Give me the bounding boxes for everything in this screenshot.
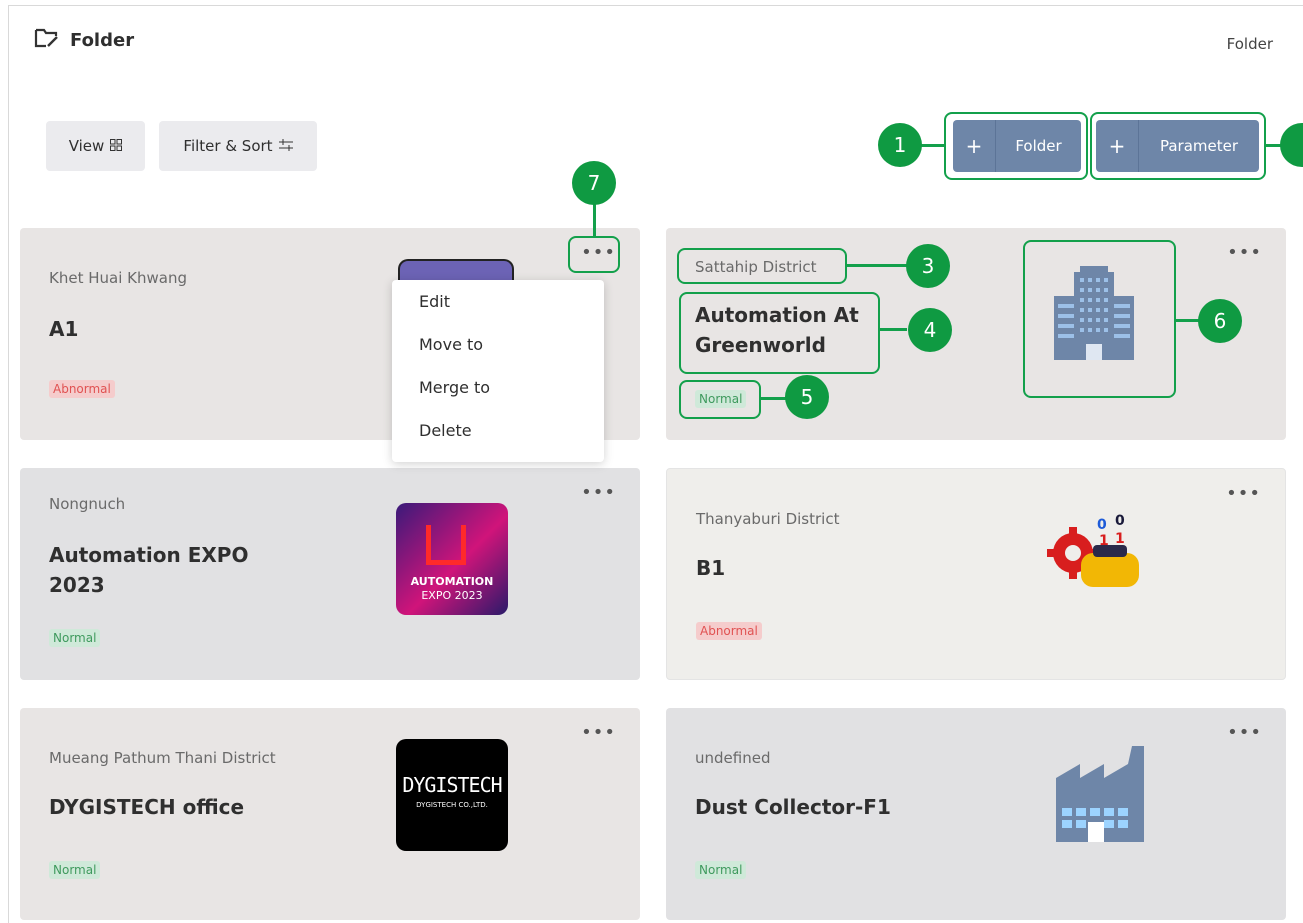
folder-card[interactable]: Nongnuch Automation EXPO 2023 Normal •••… <box>20 468 640 680</box>
filter-sort-label: Filter & Sort <box>183 137 273 155</box>
folder-card[interactable]: Thanyaburi District B1 Abnormal ••• 0 0 … <box>666 468 1286 680</box>
more-options-icon[interactable]: ••• <box>1227 242 1262 263</box>
folder-card[interactable]: undefined Dust Collector-F1 Normal ••• <box>666 708 1286 920</box>
menu-item-edit[interactable]: Edit <box>392 280 604 323</box>
callout-line <box>760 397 786 400</box>
highlight-more-options <box>568 236 620 273</box>
svg-text:1: 1 <box>1115 531 1125 547</box>
callout-badge: 5 <box>785 375 829 419</box>
card-name: B1 <box>696 556 726 580</box>
menu-item-move-to[interactable]: Move to <box>392 323 604 366</box>
view-button[interactable]: View <box>46 121 145 171</box>
menu-item-merge-to[interactable]: Merge to <box>392 366 604 409</box>
card-location: undefined <box>695 749 771 767</box>
factory-icon <box>1036 738 1148 850</box>
callout-badge: 1 <box>878 123 922 167</box>
logo-word: DYGISTECH <box>402 773 502 797</box>
more-options-icon[interactable]: ••• <box>581 482 616 503</box>
callout-line <box>1175 319 1199 322</box>
menu-item-delete[interactable]: Delete <box>392 409 604 452</box>
more-options-icon[interactable]: ••• <box>1227 722 1262 743</box>
card-name: DYGISTECH office <box>49 795 245 819</box>
svg-text:1: 1 <box>1099 533 1109 549</box>
view-button-label: View <box>68 137 105 155</box>
card-name: Dust Collector-F1 <box>695 795 891 819</box>
status-badge: Normal <box>695 861 747 879</box>
highlight-status <box>679 380 761 419</box>
more-options-icon[interactable]: ••• <box>1226 483 1261 504</box>
highlight-add-parameter <box>1090 112 1266 180</box>
sliders-icon <box>278 137 293 155</box>
context-menu: Edit Move to Merge to Delete <box>392 280 604 462</box>
callout-badge: 3 <box>906 244 950 288</box>
dygistech-logo: DYGISTECH DYGISTECH CO.,LTD. <box>396 739 508 851</box>
card-location: Thanyaburi District <box>696 510 840 528</box>
card-location: Nongnuch <box>49 495 126 513</box>
svg-text:0: 0 <box>1115 513 1125 529</box>
expo-sub: EXPO 2023 <box>421 589 483 602</box>
card-name: A1 <box>49 317 79 341</box>
filter-sort-button[interactable]: Filter & Sort <box>159 121 317 171</box>
logo-sub: DYGISTECH CO.,LTD. <box>416 801 488 809</box>
callout-line <box>593 204 596 238</box>
status-badge: Abnormal <box>696 622 762 640</box>
callout-badge: 7 <box>572 161 616 205</box>
page-title: Folder <box>34 28 134 53</box>
callout-line <box>920 144 946 147</box>
highlight-name <box>679 292 880 374</box>
page-title-text: Folder <box>70 30 135 51</box>
status-badge: Abnormal <box>49 380 115 398</box>
more-options-icon[interactable]: ••• <box>581 722 616 743</box>
folder-thumbnail <box>398 259 514 281</box>
card-location: Khet Huai Khwang <box>49 269 187 287</box>
expo-word: AUTOMATION <box>410 575 494 588</box>
svg-text:0: 0 <box>1097 517 1107 533</box>
callout-line <box>879 328 907 331</box>
highlight-thumbnail <box>1023 240 1176 398</box>
status-badge: Normal <box>49 861 101 879</box>
callout-line <box>845 264 907 267</box>
gear-gamepad-icon: 0 0 1 1 <box>1037 501 1149 613</box>
callout-badge: 4 <box>908 308 952 352</box>
callout-badge: 6 <box>1198 299 1242 343</box>
expo-thumbnail: AUTOMATION EXPO 2023 <box>396 503 508 615</box>
card-name: Automation EXPO 2023 <box>49 543 249 597</box>
folder-edit-icon <box>34 28 60 53</box>
highlight-add-folder <box>944 112 1088 180</box>
breadcrumb[interactable]: Folder <box>1227 35 1273 53</box>
card-location: Mueang Pathum Thani District <box>49 749 276 767</box>
grid-icon <box>110 137 123 155</box>
highlight-location <box>677 248 847 284</box>
status-badge: Normal <box>49 629 101 647</box>
folder-card[interactable]: Mueang Pathum Thani District DYGISTECH o… <box>20 708 640 920</box>
